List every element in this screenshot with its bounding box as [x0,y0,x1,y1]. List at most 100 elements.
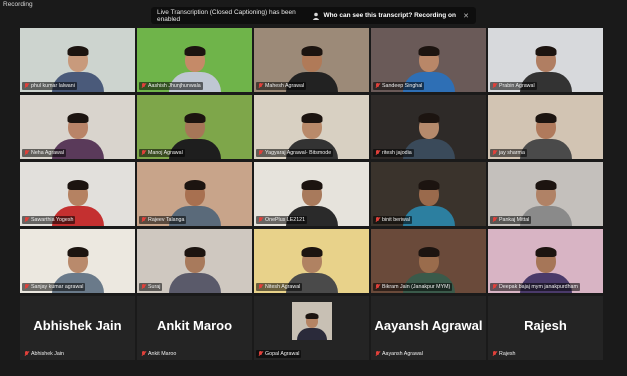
participant-name-tag: Manoj Agrawal [139,149,185,157]
participant-name: Suraj [148,284,161,290]
participant-tile[interactable]: Aashish Jhunjhunwala [137,28,252,92]
participant-name-tag: Rajeev Talanga [139,216,187,224]
participant-name: binit beriwal [382,217,410,223]
participant-name-tag: Sanjay kumar agrawal [22,283,86,291]
participant-name: Sanjay kumar agrawal [31,284,84,290]
participant-name: Aayansh Agrawal [382,351,423,357]
muted-mic-icon [375,351,380,357]
banner-link-text: Who can see this transcript? Recording o… [323,12,456,19]
participant-name-tag: Prabin Agrawal [490,82,537,90]
participant-tile[interactable]: Sanjay kumar agrawal [20,229,135,293]
participant-name-tag: Nitesh Agrawal [256,283,303,291]
participant-tile[interactable]: Gopal Agrawal [254,296,369,360]
participant-name-tag: Yagyaraj Agrawal- Bitsmode [256,149,334,157]
participant-name-tag: Neha Agrawal [22,149,66,157]
participant-name-tag: binit beriwal [373,216,412,224]
person-icon [312,12,320,20]
muted-mic-icon [24,351,29,357]
participant-tile[interactable]: Pankaj Mittal [488,162,603,226]
participant-tile[interactable]: Ankit Maroo Ankit Maroo [137,296,252,360]
participant-tile[interactable]: Mahesh Agrawal [254,28,369,92]
muted-mic-icon [24,284,29,290]
participant-name: Rajeev Talanga [148,217,185,223]
muted-mic-icon [141,150,146,156]
participant-name-tag: Mahesh Agrawal [256,82,307,90]
participant-tile[interactable]: Neha Agrawal [20,95,135,159]
muted-mic-icon [24,83,29,89]
participant-tile[interactable]: Rajeev Talanga [137,162,252,226]
muted-mic-icon [141,83,146,89]
participant-name-tag: Abhishek Jain [22,350,66,358]
participant-name: Yagyaraj Agrawal- Bitsmode [265,150,332,156]
participant-tile[interactable]: jay sharma [488,95,603,159]
participant-name-tag: phul kumar lalwani [22,82,77,90]
participant-tile[interactable]: Prabin Agrawal [488,28,603,92]
muted-mic-icon [492,217,497,223]
participant-name: Rajesh [499,351,516,357]
participant-name: Mahesh Agrawal [265,83,305,89]
participant-name: Sandeep Singhal [382,83,423,89]
participant-tile[interactable]: Suraj [137,229,252,293]
participant-tile[interactable]: Aayansh Agrawal Aayansh Agrawal [371,296,486,360]
participant-name-tag: Aashish Jhunjhunwala [139,82,203,90]
muted-mic-icon [492,284,497,290]
participant-name: Abhishek Jain [31,351,64,357]
muted-mic-icon [141,284,146,290]
participant-tile[interactable]: OnePlus LE2121 [254,162,369,226]
participant-name-tag: Gopal Agrawal [256,350,302,358]
muted-mic-icon [375,284,380,290]
participant-name-tag: Rajesh [490,350,518,358]
participant-tile[interactable]: Deepak bajaj mym janakpurdham [488,229,603,293]
muted-mic-icon [492,83,497,89]
muted-mic-icon [24,150,29,156]
participant-name-tag: Aayansh Agrawal [373,350,425,358]
participant-name-tag: OnePlus LE2121 [256,216,308,224]
participant-name: jay sharma [499,150,525,156]
close-icon[interactable]: ✕ [462,12,470,20]
participant-name-tag: Pankaj Mittal [490,216,532,224]
muted-mic-icon [141,217,146,223]
muted-mic-icon [375,217,380,223]
muted-mic-icon [492,351,497,357]
participant-name: Pankaj Mittal [499,217,530,223]
participant-name-tag: Suraj [139,283,163,291]
participant-tile[interactable]: Rajesh Rajesh [488,296,603,360]
participant-tile[interactable]: Nitesh Agrawal [254,229,369,293]
participant-tile[interactable]: Sawarthia Yogesh [20,162,135,226]
participant-thumbnail [291,302,332,340]
participant-name: Gopal Agrawal [265,351,300,357]
participant-tile[interactable]: binit beriwal [371,162,486,226]
participant-name: OnePlus LE2121 [265,217,306,223]
transcription-banner: Live Transcription (Closed Captioning) h… [151,7,476,24]
participant-tile[interactable]: Manoj Agrawal [137,95,252,159]
muted-mic-icon [258,150,263,156]
participant-name: Nitesh Agrawal [265,284,301,290]
participant-tile[interactable]: Abhishek Jain Abhishek Jain [20,296,135,360]
participant-name: Neha Agrawal [31,150,64,156]
participant-display-name: Abhishek Jain [33,318,122,333]
transcript-visibility-link[interactable]: Who can see this transcript? Recording o… [312,12,456,20]
participant-name-tag: jay sharma [490,149,527,157]
participant-tile[interactable]: Yagyaraj Agrawal- Bitsmode [254,95,369,159]
participant-name: Sawarthia Yogesh [31,217,74,223]
participant-tile[interactable]: Bikram Jain (Janakpur MYM) [371,229,486,293]
participant-display-name: Aayansh Agrawal [374,318,483,333]
participant-name: ritesh jajodia [382,150,412,156]
muted-mic-icon [141,351,146,357]
participant-name: Ankit Maroo [148,351,177,357]
participant-tile[interactable]: ritesh jajodia [371,95,486,159]
muted-mic-icon [258,351,263,357]
video-gallery: phul kumar lalwani Aashish Jhunjhunwala Ma… [20,28,603,360]
participant-tile[interactable]: phul kumar lalwani [20,28,135,92]
participant-name-tag: Sandeep Singhal [373,82,425,90]
participant-name: Prabin Agrawal [499,83,535,89]
participant-tile[interactable]: Sandeep Singhal [371,28,486,92]
participant-name-tag: Sawarthia Yogesh [22,216,76,224]
banner-message: Live Transcription (Closed Captioning) h… [157,8,296,23]
muted-mic-icon [258,217,263,223]
muted-mic-icon [258,83,263,89]
muted-mic-icon [375,150,380,156]
participant-name-tag: ritesh jajodia [373,149,414,157]
participant-figure [519,109,572,159]
participant-display-name: Ankit Maroo [156,318,233,333]
